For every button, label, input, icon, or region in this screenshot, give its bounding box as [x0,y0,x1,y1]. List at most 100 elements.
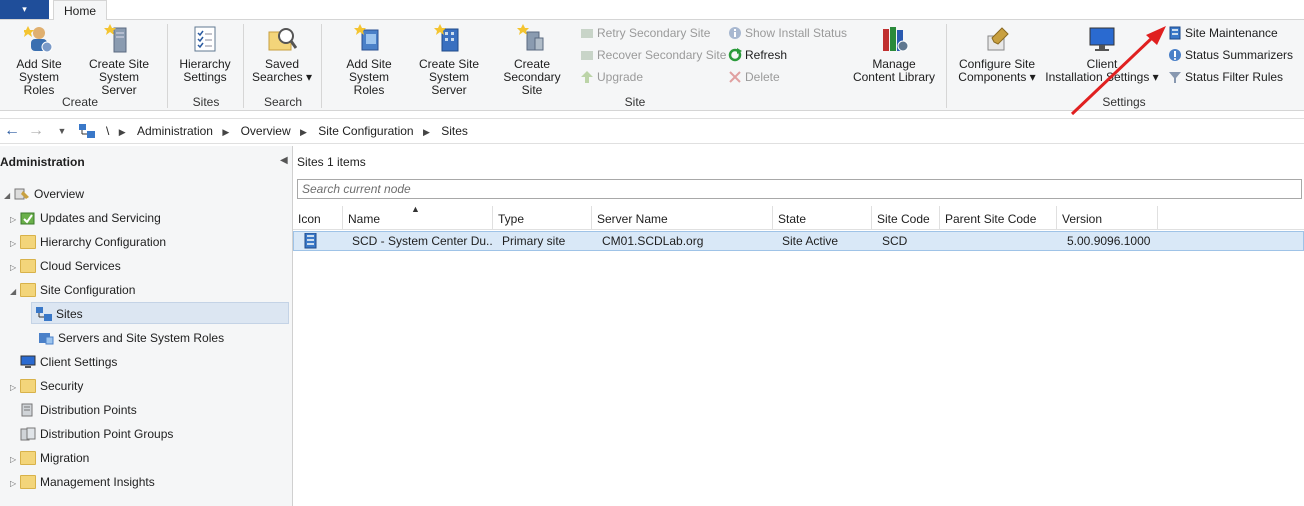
add-site-system-roles-button[interactable]: Add Site System Roles [4,24,74,97]
configure-site-components-button[interactable]: Configure Site Components ▾ [954,24,1040,84]
breadcrumb-root[interactable]: \ [106,119,109,144]
monitor-icon [1087,24,1117,54]
chevron-right-icon[interactable]: ▶ [119,120,126,145]
client-installation-settings-button[interactable]: Client Installation Settings ▾ [1044,24,1160,84]
recover-secondary-site-button[interactable]: Recover Secondary Site [580,46,726,64]
back-arrow-icon[interactable]: ← [2,122,22,142]
breadcrumb-overview[interactable]: Overview [241,119,291,144]
collapsed-triangle-icon[interactable]: ▷ [10,473,20,495]
label: Refresh [745,48,788,62]
tree-item-label: Security [40,379,84,393]
chevron-right-icon[interactable]: ▶ [300,120,307,145]
building-icon [434,24,464,54]
tree-item-distribution-point-groups[interactable]: Distribution Point Groups [10,423,173,445]
retry-secondary-site-button[interactable]: Retry Secondary Site [580,24,710,42]
tree-item-label: Client Settings [40,355,118,369]
column-header-server-name[interactable]: Server Name [592,206,773,230]
add-site-system-roles-button-2[interactable]: Add Site System Roles [333,24,405,97]
ribbon-separator [946,24,947,108]
delete-button[interactable]: Delete [728,68,780,86]
tree-item-servers-and-site-system-roles[interactable]: Servers and Site System Roles [38,327,224,349]
status-summarizers-button[interactable]: Status Summarizers [1168,46,1293,64]
tree-item-overview[interactable]: ◢ Overview [4,183,84,205]
wrench-icon [982,24,1012,54]
expanded-triangle-icon[interactable]: ◢ [4,185,14,207]
forward-arrow-icon[interactable]: → [26,122,46,142]
collapsed-triangle-icon[interactable]: ▷ [10,257,20,279]
label: Upgrade [597,70,644,84]
label: Recover Secondary Site [597,48,727,62]
manage-content-library-button[interactable]: Manage Content Library [852,24,936,84]
cell-name: SCD - System Center Du... [352,234,492,248]
breadcrumb-administration[interactable]: Administration [137,119,213,144]
column-header-parent-site-code[interactable]: Parent Site Code [940,206,1057,230]
chevron-right-icon[interactable]: ▶ [423,120,430,145]
label: Retry Secondary Site [597,26,711,40]
tree-item-cloud-services[interactable]: ▷ Cloud Services [10,255,121,277]
tree-item-label: Updates and Servicing [40,211,161,225]
collapsed-triangle-icon[interactable]: ▷ [10,209,20,231]
table-row[interactable]: SCD - System Center Du... Primary site C… [293,231,1304,251]
ribbon-separator [243,24,244,108]
status-summarizer-icon [1168,48,1182,62]
overview-icon [14,186,30,200]
tree-item-migration[interactable]: ▷ Migration [10,447,89,469]
folder-icon [20,259,36,273]
column-header-type[interactable]: Type [493,206,592,230]
hierarchy-settings-button[interactable]: Hierarchy Settings [172,24,238,84]
ribbon-tab-strip: ▾ Home [0,0,1304,20]
column-header-site-code[interactable]: Site Code [872,206,940,230]
group-label-site: Site [624,95,646,109]
refresh-button[interactable]: Refresh [728,46,787,64]
tree-item-client-settings[interactable]: Client Settings [10,351,117,373]
distribution-point-icon [20,402,36,417]
collapsed-triangle-icon[interactable]: ▷ [10,377,20,399]
label: Status Summarizers [1185,48,1294,62]
tree-item-distribution-points[interactable]: Distribution Points [10,399,137,421]
collapsed-triangle-icon[interactable]: ▷ [10,233,20,255]
tree-item-label: Distribution Points [40,403,137,417]
column-header-state[interactable]: State [773,206,872,230]
search-input[interactable]: Search current node [297,179,1302,199]
ribbon-separator [321,24,322,108]
site-maintenance-icon [1168,26,1182,40]
site-hierarchy-icon [79,124,95,138]
label: Status Filter Rules [1185,70,1284,84]
tree-item-site-configuration[interactable]: ◢ Site Configuration [10,279,135,301]
cell-version: 5.00.9096.1000 [1067,234,1151,248]
collapsed-triangle-icon[interactable]: ▷ [10,449,20,471]
create-site-system-server-button-2[interactable]: Create Site System Server [410,24,488,97]
history-dropdown-icon[interactable]: ▼ [52,122,72,142]
status-filter-rules-button[interactable]: Status Filter Rules [1168,68,1283,86]
label: Delete [745,70,780,84]
collapse-pane-icon[interactable]: ◀ [280,155,288,166]
tree-item-hierarchy-configuration[interactable]: ▷ Hierarchy Configuration [10,231,166,253]
grid-header: Icon Name ▲ Type Server Name State Site … [293,204,1304,230]
expanded-triangle-icon[interactable]: ◢ [10,281,20,303]
label-line-2: System Server [428,70,469,97]
tree-item-security[interactable]: ▷ Security [10,375,83,397]
show-install-status-button[interactable]: Show Install Status [728,24,847,42]
site-maintenance-button[interactable]: Site Maintenance [1168,24,1278,42]
chevron-right-icon[interactable]: ▶ [222,120,229,145]
create-secondary-site-button[interactable]: Create Secondary Site [492,24,572,97]
column-header-icon[interactable]: Icon [293,206,343,230]
tree-item-management-insights[interactable]: ▷ Management Insights [10,471,155,493]
refresh-icon [728,48,742,62]
breadcrumb-site-configuration[interactable]: Site Configuration [318,119,413,144]
filter-icon [1168,70,1182,84]
breadcrumb-sites[interactable]: Sites [441,119,468,144]
tree-item-updates-and-servicing[interactable]: ▷ Updates and Servicing [10,207,161,229]
cell-parent-site-code [950,232,1050,250]
app-menu-button[interactable]: ▾ [0,0,49,19]
tab-home[interactable]: Home [53,0,108,20]
saved-searches-button[interactable]: Saved Searches ▾ [248,24,316,84]
folder-icon [20,379,36,393]
tree-item-sites[interactable]: Sites [31,302,289,324]
upgrade-button[interactable]: Upgrade [580,68,643,86]
cell-type: Primary site [502,234,566,248]
column-header-version[interactable]: Version [1057,206,1158,230]
label: Site Maintenance [1185,26,1278,40]
label-line-2: System Server [98,70,139,97]
create-site-system-server-button[interactable]: Create Site System Server [80,24,158,97]
